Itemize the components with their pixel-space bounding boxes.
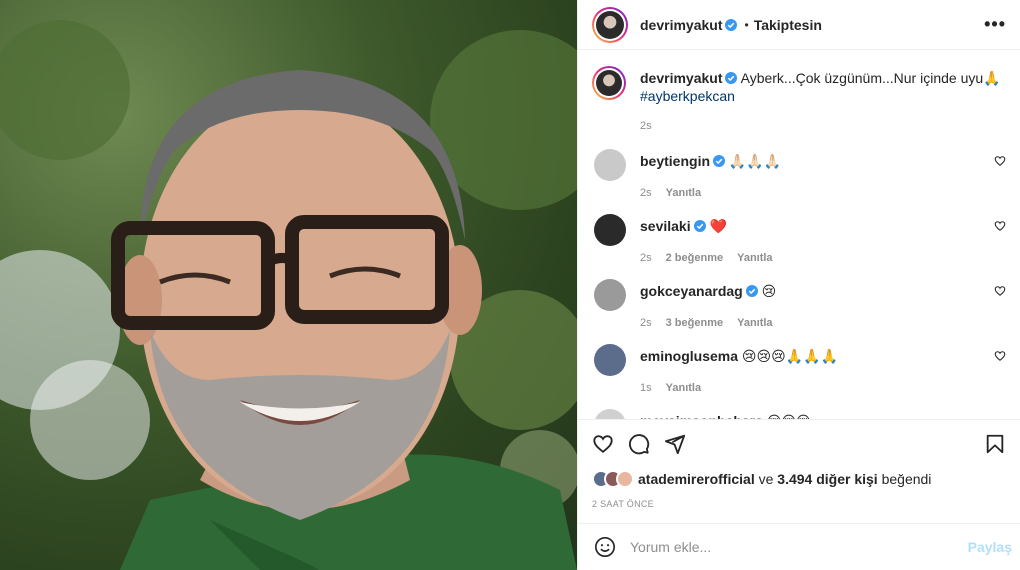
- comment-like-heart-icon[interactable]: [994, 285, 1006, 297]
- liker-avatar[interactable]: [616, 470, 634, 488]
- comment-text: 🙏🏻🙏🏻🙏🏻: [728, 153, 782, 169]
- caption-hashtag[interactable]: #ayberkpekcan: [640, 88, 735, 104]
- commenter-avatar[interactable]: [594, 344, 626, 376]
- likes-suffix: beğendi: [881, 471, 932, 487]
- comment-text: 😢😢😢: [767, 413, 811, 419]
- comment-time[interactable]: 1s: [640, 379, 652, 397]
- comment-text: 😢😢😢🙏🙏🙏: [741, 348, 839, 364]
- post-photo-illustration: [0, 20, 577, 570]
- verified-badge-icon: [725, 72, 738, 84]
- post-actions: atademirerofficial ve 3.494 diğer kişi b…: [578, 419, 1020, 523]
- comment-icon[interactable]: [628, 433, 650, 455]
- comment-text: ❤️: [709, 218, 727, 234]
- other-likers-link[interactable]: 3.494 diğer kişi: [777, 471, 877, 487]
- comment-item: gokceyanardag 😢 2s 3 beğenme Yanıtla: [592, 279, 1006, 329]
- caption-time[interactable]: 2s: [640, 117, 652, 135]
- add-comment-bar: Paylaş: [578, 523, 1020, 570]
- comment-time[interactable]: 2s: [640, 314, 652, 332]
- reply-button[interactable]: Yanıtla: [666, 184, 701, 202]
- post-caption: devrimyakut Ayberk...Çok üzgünüm...Nur i…: [592, 66, 1006, 135]
- comment-likes-count[interactable]: 2 beğenme: [666, 249, 723, 267]
- comment-likes-count[interactable]: 3 beğenme: [666, 314, 723, 332]
- commenter-username[interactable]: eminoglusema: [640, 348, 738, 364]
- comment-item: eminoglusema 😢😢😢🙏🙏🙏 1s Yanıtla: [592, 344, 1006, 394]
- reply-button[interactable]: Yanıtla: [737, 314, 772, 332]
- first-liker-username[interactable]: atademirerofficial: [638, 471, 755, 487]
- verified-badge-icon: [745, 285, 758, 297]
- likes-connector: ve: [758, 471, 774, 487]
- follow-status[interactable]: Takiptesin: [754, 17, 822, 33]
- post-photo[interactable]: [0, 0, 577, 570]
- reply-button[interactable]: Yanıtla: [666, 379, 701, 397]
- instagram-post-modal: devrimyakut • Takiptesin ••• devrimyakut…: [0, 0, 1020, 570]
- post-header: devrimyakut • Takiptesin •••: [578, 0, 1020, 50]
- caption-text: Ayberk...Çok üzgünüm...Nur içinde uyu🙏: [740, 70, 1001, 86]
- comment-like-heart-icon[interactable]: [994, 155, 1006, 167]
- commenter-avatar[interactable]: [594, 214, 626, 246]
- author-username[interactable]: devrimyakut: [640, 17, 722, 33]
- commenter-username[interactable]: mevsimsonbahars: [640, 413, 763, 419]
- post-sidebar: devrimyakut • Takiptesin ••• devrimyakut…: [577, 0, 1020, 570]
- comments-list[interactable]: devrimyakut Ayberk...Çok üzgünüm...Nur i…: [578, 50, 1020, 419]
- comment-input[interactable]: [630, 539, 968, 555]
- save-bookmark-icon[interactable]: [984, 433, 1006, 455]
- commenter-avatar[interactable]: [594, 409, 626, 419]
- comment-item: sevilaki ❤️ 2s 2 beğenme Yanıtla: [592, 214, 1006, 264]
- commenter-username[interactable]: beytiengin: [640, 153, 710, 169]
- verified-badge-icon: [725, 18, 738, 31]
- comment-item: mevsimsonbahars 😢😢😢: [592, 409, 1006, 419]
- share-plane-icon[interactable]: [664, 433, 686, 455]
- commenter-username[interactable]: gokceyanardag: [640, 283, 743, 299]
- posted-time[interactable]: 2 SAAT ÖNCE: [592, 499, 1006, 523]
- reply-button[interactable]: Yanıtla: [737, 249, 772, 267]
- author-avatar[interactable]: [592, 6, 628, 43]
- comment-item: beytiengin 🙏🏻🙏🏻🙏🏻 2s Yanıtla: [592, 149, 1006, 199]
- caption-avatar[interactable]: [592, 66, 626, 100]
- verified-badge-icon: [713, 155, 726, 167]
- separator-dot: •: [744, 17, 749, 32]
- comment-text: 😢: [761, 283, 777, 299]
- likes-summary: atademirerofficial ve 3.494 diğer kişi b…: [592, 468, 1006, 490]
- more-options-icon[interactable]: •••: [984, 14, 1006, 35]
- emoji-icon[interactable]: [594, 536, 616, 558]
- comment-like-heart-icon[interactable]: [994, 350, 1006, 362]
- caption-username[interactable]: devrimyakut: [640, 70, 722, 86]
- commenter-avatar[interactable]: [594, 149, 626, 181]
- like-heart-icon[interactable]: [592, 433, 614, 455]
- commenter-avatar[interactable]: [594, 279, 626, 311]
- comment-time[interactable]: 2s: [640, 249, 652, 267]
- comment-like-heart-icon[interactable]: [994, 220, 1006, 232]
- post-comment-button[interactable]: Paylaş: [968, 539, 1012, 555]
- commenter-username[interactable]: sevilaki: [640, 218, 691, 234]
- verified-badge-icon: [693, 220, 706, 232]
- comment-time[interactable]: 2s: [640, 184, 652, 202]
